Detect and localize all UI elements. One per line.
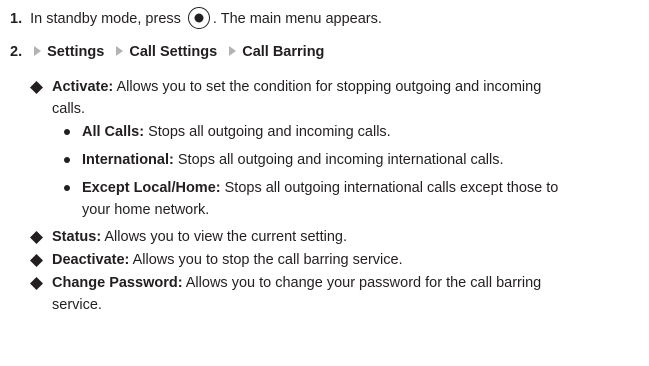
item-text: Allows you to set the condition for stop… [116,79,542,95]
item-activate-cont: calls. [52,101,86,117]
bullet-icon [64,129,70,135]
subitem-all-calls: All Calls: Stops all outgoing and incomi… [82,122,391,142]
item-text: Allows you to stop the call barring serv… [132,252,403,268]
subitem-label: Except Local/Home: [82,180,221,196]
center-select-key-icon [187,7,210,29]
step-2: 2. Settings Call Settings Call Barring [10,42,324,62]
item-deactivate: Deactivate: Allows you to stop the call … [52,250,403,270]
menu-arrow-icon [116,46,124,56]
subitem-label: All Calls: [82,124,145,140]
subitem-text: Stops all outgoing and incoming calls. [148,124,391,140]
item-status: Status: Allows you to view the current s… [52,227,347,247]
step-number: 2. [10,44,23,60]
menu-arrow-icon [34,46,42,56]
subitem-international: International: Stops all outgoing and in… [82,150,504,170]
menu-path-item: Settings [47,44,105,60]
menu-path-item: Call Settings [129,44,218,60]
diamond-bullet-icon [30,277,43,290]
bullet-icon [64,185,70,191]
subitem-except-local: Except Local/Home: Stops all outgoing in… [82,178,558,198]
menu-arrow-icon [229,46,237,56]
subitem-text: Stops all outgoing and incoming internat… [177,152,504,168]
bullet-icon [64,157,70,163]
diamond-bullet-icon [30,231,43,244]
step-1: 1. In standby mode, press . The main men… [10,7,382,29]
item-text: Allows you to change your password for t… [185,275,542,291]
item-label: Status: [52,229,102,245]
subitem-label: International: [82,152,174,168]
item-change-password: Change Password: Allows you to change yo… [52,273,541,293]
item-change-password-cont: service. [52,297,102,313]
item-label: Deactivate: [52,252,130,268]
item-text: Allows you to view the current setting. [104,229,347,245]
item-label: Activate: [52,79,114,95]
subitem-except-local-cont: your home network. [82,202,210,218]
diamond-bullet-icon [30,81,43,94]
menu-path-item: Call Barring [242,44,325,60]
step-text: In standby mode, press [30,11,181,27]
step-number: 1. [10,11,23,27]
diamond-bullet-icon [30,254,43,267]
subitem-text: Stops all outgoing international calls e… [224,180,559,196]
item-label: Change Password: [52,275,183,291]
step-text: . The main menu appears. [212,11,382,27]
item-activate: Activate: Allows you to set the conditio… [52,77,541,97]
